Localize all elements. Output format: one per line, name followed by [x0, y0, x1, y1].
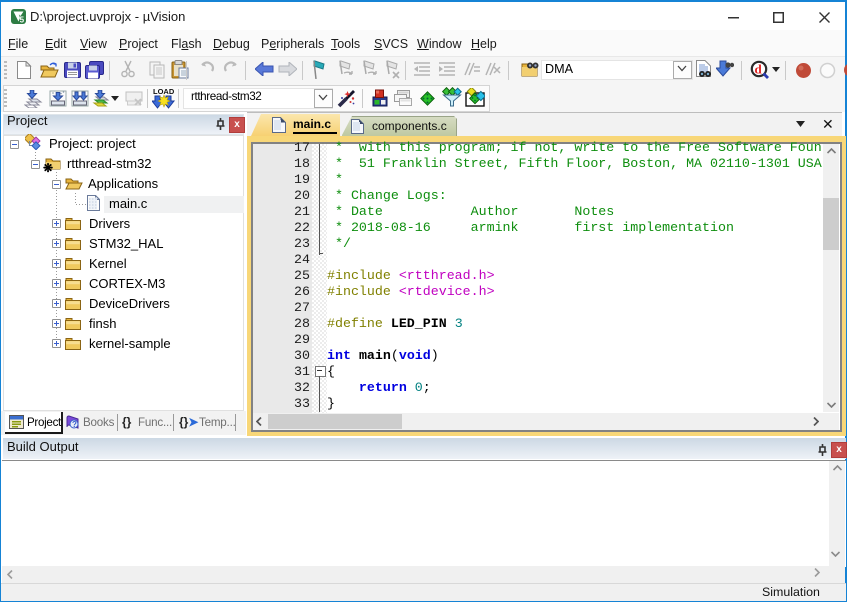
svg-text:d: d: [755, 62, 763, 77]
svg-text:?: ?: [72, 420, 77, 429]
svg-text:5: 5: [20, 15, 25, 24]
